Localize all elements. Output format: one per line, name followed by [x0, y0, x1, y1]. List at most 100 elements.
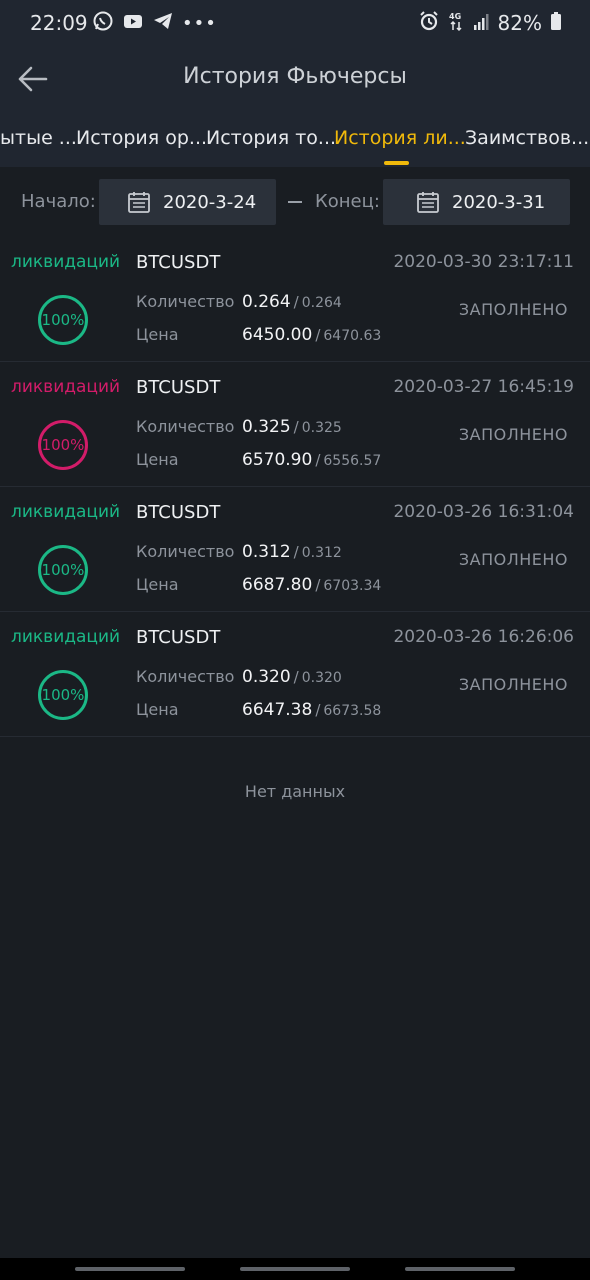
order-status: ЗАПОЛНЕНО [458, 300, 568, 319]
price-reference: 6556.57 [323, 453, 382, 469]
liquidation-record[interactable]: ликвидаций 100% BTCUSDT 2020-03-26 16:31:04… [0, 487, 590, 612]
signal-icon [472, 10, 490, 36]
timestamp: 2020-03-30 23:17:11 [393, 252, 574, 272]
nav-back-button[interactable] [405, 1267, 515, 1271]
price-filled: 6570.90 [242, 450, 313, 470]
end-date-picker[interactable]: 2020-3-31 [383, 179, 570, 225]
quantity-value: 0.325/0.325 [242, 417, 342, 437]
telegram-icon [152, 10, 174, 36]
quantity-total: 0.312 [301, 545, 342, 561]
fill-progress-circle: 100% [38, 670, 88, 720]
fill-progress-circle: 100% [38, 545, 88, 595]
order-status: ЗАПОЛНЕНО [458, 675, 568, 694]
youtube-icon [122, 10, 144, 36]
tab-trade-history[interactable]: История то... [206, 127, 336, 149]
price-value: 6450.00/6470.63 [242, 325, 381, 345]
timestamp: 2020-03-27 16:45:19 [393, 377, 574, 397]
active-tab-indicator [384, 161, 409, 165]
system-icons: 4G 82% [418, 11, 562, 35]
price-label: Цена [136, 450, 179, 469]
quantity-filled: 0.320 [242, 667, 291, 687]
liquidation-type: ликвидаций [11, 377, 121, 397]
end-date-label: Конец: [315, 191, 380, 212]
nav-home-button[interactable] [240, 1267, 350, 1271]
value-separator: / [315, 451, 321, 469]
battery-icon [550, 10, 562, 36]
tab-order-history[interactable]: История ор... [76, 127, 207, 149]
price-label: Цена [136, 575, 179, 594]
quantity-total: 0.320 [301, 670, 342, 686]
date-range-separator [288, 201, 302, 203]
fill-progress-circle: 100% [38, 295, 88, 345]
liquidation-record[interactable]: ликвидаций 100% BTCUSDT 2020-03-26 16:26:06… [0, 612, 590, 737]
price-value: 6647.38/6673.58 [242, 700, 381, 720]
start-date-value: 2020-3-24 [163, 191, 257, 213]
price-filled: 6647.38 [242, 700, 313, 720]
empty-state-text: Нет данных [244, 782, 346, 801]
quantity-label: Количество [136, 667, 235, 686]
start-date-picker[interactable]: 2020-3-24 [99, 179, 276, 225]
liquidation-type: ликвидаций [11, 502, 121, 522]
value-separator: / [315, 326, 321, 344]
end-date-value: 2020-3-31 [452, 191, 546, 213]
price-label: Цена [136, 325, 179, 344]
liquidation-record[interactable]: ликвидаций 100% BTCUSDT 2020-03-27 16:45:19… [0, 362, 590, 487]
notification-icons: ••• [92, 11, 217, 35]
price-reference: 6703.34 [323, 578, 382, 594]
quantity-label: Количество [136, 292, 235, 311]
4g-icon: 4G [448, 10, 464, 36]
order-status: ЗАПОЛНЕНО [458, 425, 568, 444]
value-separator: / [293, 543, 299, 561]
price-value: 6687.80/6703.34 [242, 575, 381, 595]
alarm-icon [418, 10, 440, 36]
tab-bar: ытые ... История ор... История то... Ист… [0, 112, 590, 167]
value-separator: / [293, 418, 299, 436]
quantity-filled: 0.312 [242, 542, 291, 562]
fill-percent: 100% [41, 436, 85, 454]
price-value: 6570.90/6556.57 [242, 450, 381, 470]
liquidation-record[interactable]: ликвидаций 100% BTCUSDT 2020-03-30 23:17:11… [0, 237, 590, 362]
page-title: История Фьючерсы [183, 64, 407, 89]
fill-percent: 100% [41, 686, 85, 704]
battery-percent: 82% [497, 11, 542, 35]
symbol: BTCUSDT [136, 377, 221, 398]
quantity-total: 0.325 [301, 420, 342, 436]
liquidation-type: ликвидаций [11, 252, 121, 272]
nav-recent-button[interactable] [75, 1267, 185, 1271]
start-date-label: Начало: [21, 191, 96, 212]
calendar-icon [416, 190, 440, 214]
price-filled: 6450.00 [242, 325, 313, 345]
more-dots-icon: ••• [182, 12, 217, 34]
value-separator: / [315, 576, 321, 594]
fill-progress-circle: 100% [38, 420, 88, 470]
svg-text:4G: 4G [449, 12, 461, 21]
app-header: История Фьючерсы [0, 46, 590, 112]
fill-percent: 100% [41, 311, 85, 329]
symbol: BTCUSDT [136, 252, 221, 273]
value-separator: / [293, 293, 299, 311]
symbol: BTCUSDT [136, 627, 221, 648]
fill-percent: 100% [41, 561, 85, 579]
price-reference: 6673.58 [323, 703, 382, 719]
timestamp: 2020-03-26 16:31:04 [393, 502, 574, 522]
symbol: BTCUSDT [136, 502, 221, 523]
tab-liquidation-history[interactable]: История ли... [334, 127, 466, 149]
quantity-filled: 0.264 [242, 292, 291, 312]
system-navigation-bar [0, 1258, 590, 1280]
quantity-total: 0.264 [301, 295, 342, 311]
quantity-filled: 0.325 [242, 417, 291, 437]
tab-closed-positions[interactable]: ытые ... [0, 127, 77, 149]
quantity-label: Количество [136, 542, 235, 561]
quantity-value: 0.264/0.264 [242, 292, 342, 312]
quantity-label: Количество [136, 417, 235, 436]
value-separator: / [293, 668, 299, 686]
value-separator: / [315, 701, 321, 719]
whatsapp-icon [92, 10, 114, 36]
price-label: Цена [136, 700, 179, 719]
price-filled: 6687.80 [242, 575, 313, 595]
liquidation-type: ликвидаций [11, 627, 121, 647]
status-bar: 22:09 ••• 4G 82% [0, 0, 590, 46]
quantity-value: 0.320/0.320 [242, 667, 342, 687]
timestamp: 2020-03-26 16:26:06 [393, 627, 574, 647]
tab-borrowing[interactable]: Заимствов... [465, 127, 589, 149]
